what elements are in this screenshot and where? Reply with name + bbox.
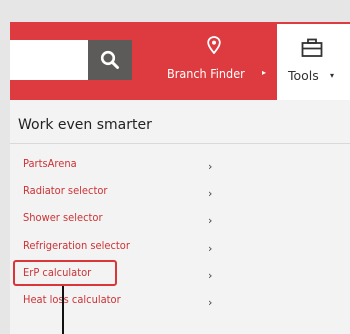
menu-item-radiator-selector[interactable]: Radiator selector ›: [10, 181, 230, 203]
chevron-right-icon: ›: [208, 214, 213, 227]
caret-right-icon: ▸: [262, 68, 267, 77]
search-button[interactable]: [88, 40, 132, 80]
menu-item-label: PartsArena: [23, 157, 77, 170]
menu-item-partsarena[interactable]: PartsArena ›: [10, 154, 230, 176]
menu-item-heat-loss-calculator[interactable]: Heat loss calculator ›: [10, 290, 230, 312]
search-input[interactable]: [10, 40, 88, 80]
chevron-right-icon: ›: [208, 187, 213, 200]
chevron-right-icon: ›: [208, 296, 213, 309]
tools-label: Tools: [288, 68, 319, 83]
search-icon: [100, 50, 119, 69]
menu-item-refrigeration-selector[interactable]: Refrigeration selector ›: [10, 236, 230, 258]
chevron-right-icon: ›: [208, 160, 213, 173]
briefcase-icon: [301, 38, 323, 57]
branch-finder-label: Branch Finder: [167, 66, 245, 81]
screenshot-frame: Branch Finder ▸ Tools ▾ Work even smarte…: [0, 0, 350, 334]
menu-item-erp-calculator[interactable]: ErP calculator ›: [10, 263, 230, 285]
caret-down-icon: ▾: [330, 71, 335, 80]
divider: [10, 143, 350, 144]
menu-item-shower-selector[interactable]: Shower selector ›: [10, 208, 230, 230]
menu-item-label: ErP calculator: [23, 266, 92, 279]
annotation-pointer-line: [62, 286, 64, 334]
panel-title: Work even smarter: [18, 117, 152, 133]
menu-item-label: Refrigeration selector: [23, 239, 130, 252]
menu-item-label: Radiator selector: [23, 184, 108, 197]
branch-finder-link[interactable]: Branch Finder ▸: [160, 36, 278, 86]
map-pin-icon: [207, 36, 221, 54]
menu-item-label: Heat loss calculator: [23, 293, 121, 306]
chevron-right-icon: ›: [208, 242, 213, 255]
menu-item-label: Shower selector: [23, 211, 103, 224]
chevron-right-icon: ›: [208, 269, 213, 282]
